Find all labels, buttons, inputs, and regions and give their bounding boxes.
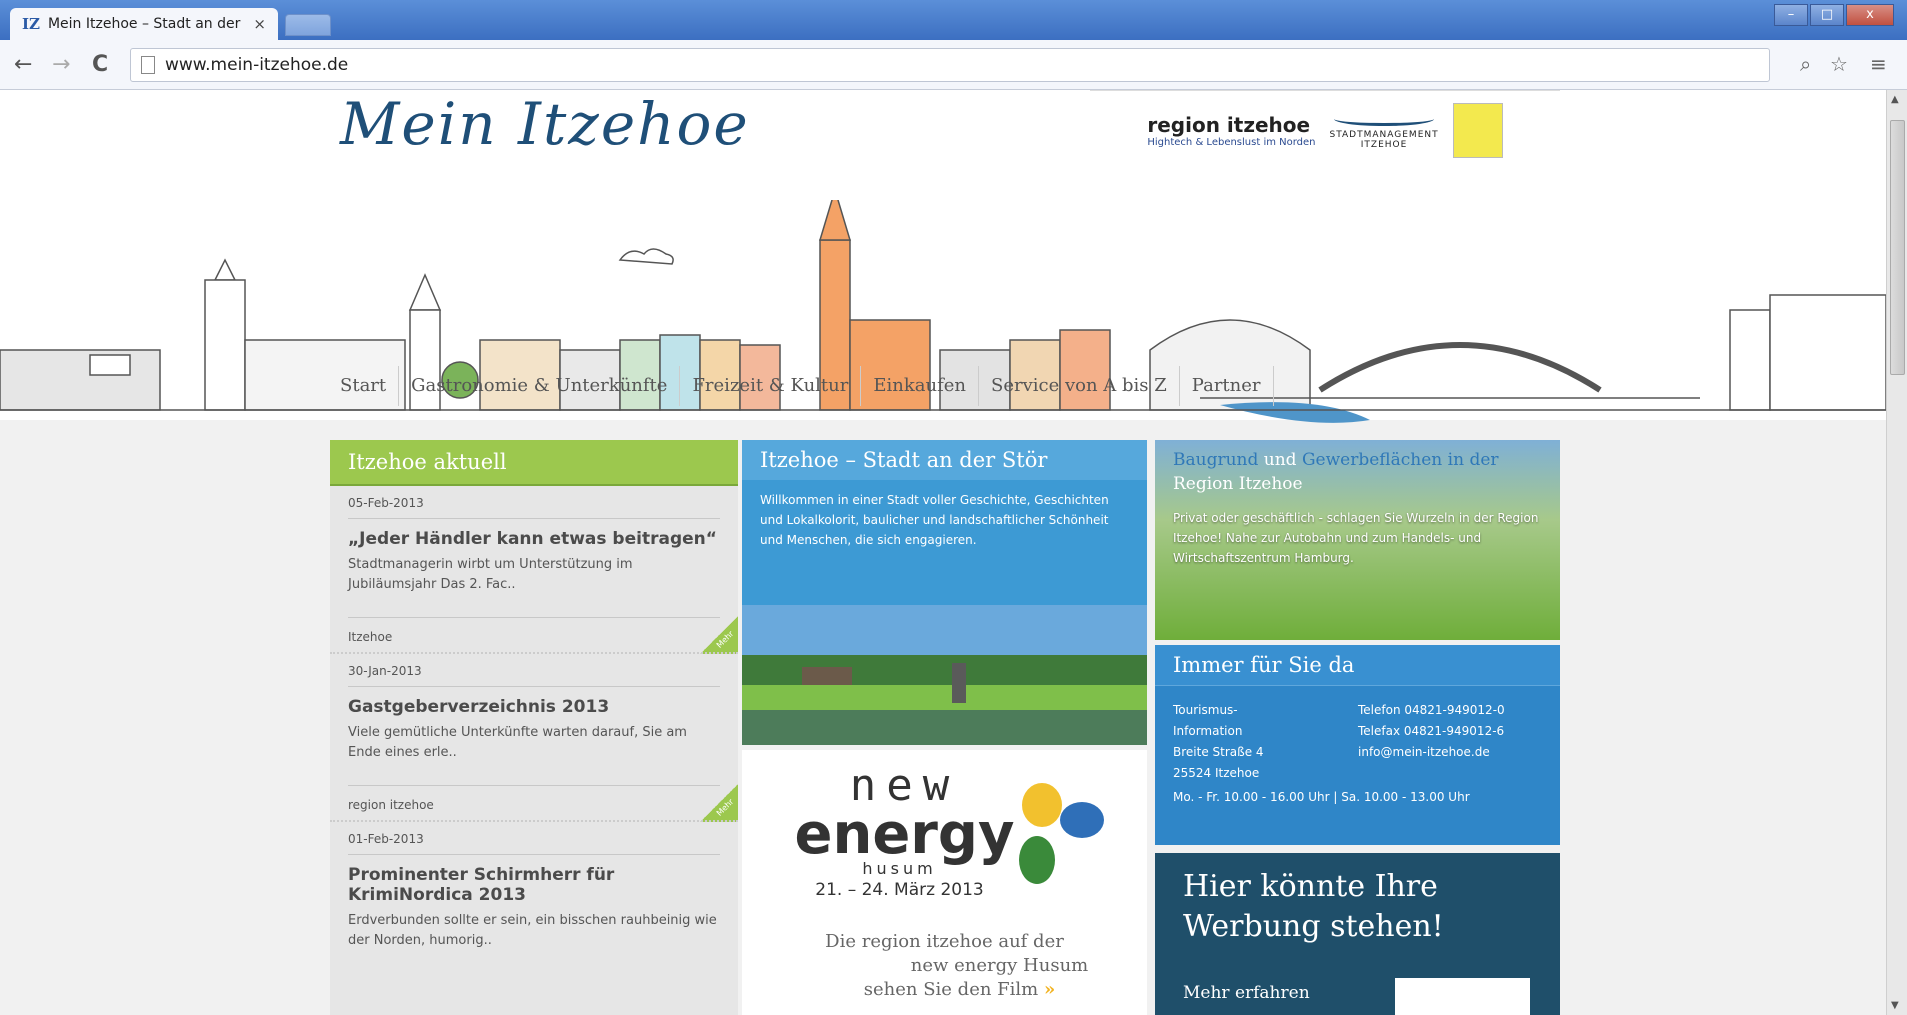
tab-title: Mein Itzehoe – Stadt an der xyxy=(47,16,241,32)
baugrund-text: Privat oder geschäftlich - schlagen Sie … xyxy=(1173,511,1539,565)
arrow-icon[interactable]: » xyxy=(1044,979,1055,1000)
new-energy-teaser[interactable]: new energy husum 21. – 24. März 2013 Die… xyxy=(742,750,1147,1015)
back-icon[interactable]: ← xyxy=(14,52,32,77)
forward-icon[interactable]: → xyxy=(52,52,70,77)
city-text: Willkommen in einer Stadt voller Geschic… xyxy=(760,493,1109,547)
partner-logos: region itzehoe Hightech & Lebenslust im … xyxy=(1090,90,1560,170)
advertising-panel[interactable]: Hier könnte Ihre Werbung stehen! Mehr er… xyxy=(1155,853,1560,1015)
mehr-corner-button[interactable]: Mehr xyxy=(700,616,738,654)
maximize-button[interactable]: □ xyxy=(1810,4,1844,26)
new-energy-logo-icon xyxy=(1019,783,1104,884)
stadtmanagement-logo[interactable]: STADTMANAGEMENT ITZEHOE xyxy=(1330,112,1439,150)
address-bar[interactable]: www.mein-itzehoe.de xyxy=(130,48,1770,82)
river-landscape-photo xyxy=(742,605,1147,745)
news-text: Stadtmanagerin wirbt um Unterstützung im… xyxy=(348,557,633,592)
nav-einkaufen[interactable]: Einkaufen xyxy=(861,366,980,406)
contact-heading: Immer für Sie da xyxy=(1155,645,1560,686)
page-scrollbar[interactable]: ▲ ▼ xyxy=(1886,90,1907,1015)
reload-icon[interactable]: C xyxy=(92,52,108,77)
contact-email-link[interactable]: info@mein-itzehoe.de xyxy=(1358,742,1505,763)
region-itzehoe-logo[interactable]: region itzehoe Hightech & Lebenslust im … xyxy=(1147,113,1315,148)
scroll-up-icon[interactable]: ▲ xyxy=(1891,94,1899,105)
close-window-button[interactable]: x xyxy=(1846,4,1894,26)
contact-panel: Immer für Sie da Tourismus- Information … xyxy=(1155,645,1560,845)
news-title[interactable]: „Jeder Händler kann etwas beitragen“ xyxy=(348,519,720,549)
window-titlebar: IZ Mein Itzehoe – Stadt an der × – □ x xyxy=(0,0,1907,40)
yellow-badge-logo[interactable] xyxy=(1452,103,1503,158)
scroll-down-icon[interactable]: ▼ xyxy=(1891,1000,1899,1011)
news-source: Itzehoe Mehr xyxy=(330,616,738,654)
nav-partner[interactable]: Partner xyxy=(1180,366,1274,406)
url-text: www.mein-itzehoe.de xyxy=(165,55,349,75)
nav-start[interactable]: Start xyxy=(340,366,400,406)
page-icon xyxy=(141,56,155,74)
browser-toolbar: ← → C www.mein-itzehoe.de ⌕ ☆ ≡ xyxy=(0,40,1907,90)
favicon-icon: IZ xyxy=(22,15,40,33)
news-date: 05-Feb-2013 xyxy=(348,486,720,519)
web-page: Mein Itzehoe region itzehoe Hightech & L… xyxy=(0,90,1886,1015)
city-heading: Itzehoe – Stadt an der Stör xyxy=(742,440,1147,480)
site-logo[interactable]: Mein Itzehoe xyxy=(340,90,750,158)
news-item[interactable]: 05-Feb-2013 „Jeder Händler kann etwas be… xyxy=(330,486,738,654)
new-tab-button[interactable] xyxy=(285,14,331,36)
scroll-thumb[interactable] xyxy=(1890,120,1905,375)
nav-service[interactable]: Service von A bis Z xyxy=(979,366,1180,406)
zoom-icon[interactable]: ⌕ xyxy=(1800,52,1811,76)
nav-gastronomie[interactable]: Gastronomie & Unterkünfte xyxy=(399,366,681,406)
city-teaser[interactable]: Itzehoe – Stadt an der Stör Willkommen i… xyxy=(742,440,1147,745)
news-heading: Itzehoe aktuell xyxy=(330,440,738,486)
news-panel: Itzehoe aktuell 05-Feb-2013 „Jeder Händl… xyxy=(330,440,738,1015)
opening-hours: Mo. - Fr. 10.00 - 16.00 Uhr | Sa. 10.00 … xyxy=(1173,790,1470,804)
minimize-button[interactable]: – xyxy=(1774,4,1808,26)
ad-heading: Hier könnte Ihre Werbung stehen! xyxy=(1183,869,1444,944)
stadtmanagement-mini-logo xyxy=(1395,978,1530,1015)
menu-icon[interactable]: ≡ xyxy=(1870,52,1887,76)
mehr-erfahren-link[interactable]: Mehr erfahren xyxy=(1183,983,1310,1003)
energy-text: Die region itzehoe auf der new energy Hu… xyxy=(825,931,1089,1000)
tab-close-icon[interactable]: × xyxy=(253,15,266,33)
browser-tab[interactable]: IZ Mein Itzehoe – Stadt an der × xyxy=(10,8,278,40)
main-navigation: Start Gastronomie & Unterkünfte Freizeit… xyxy=(340,365,1274,407)
news-text: Erdverbunden sollte er sein, ein bissche… xyxy=(348,913,717,948)
site-header: Mein Itzehoe region itzehoe Hightech & L… xyxy=(0,90,1886,423)
baugrund-teaser[interactable]: Baugrund und Gewerbeflächen in der Regio… xyxy=(1155,440,1560,640)
news-title[interactable]: Gastgeberverzeichnis 2013 xyxy=(348,687,720,717)
bookmark-star-icon[interactable]: ☆ xyxy=(1830,52,1848,76)
nav-freizeit[interactable]: Freizeit & Kultur xyxy=(680,366,862,406)
baugrund-heading: Baugrund und Gewerbeflächen in der Regio… xyxy=(1173,450,1499,494)
news-date: 30-Jan-2013 xyxy=(348,654,720,687)
